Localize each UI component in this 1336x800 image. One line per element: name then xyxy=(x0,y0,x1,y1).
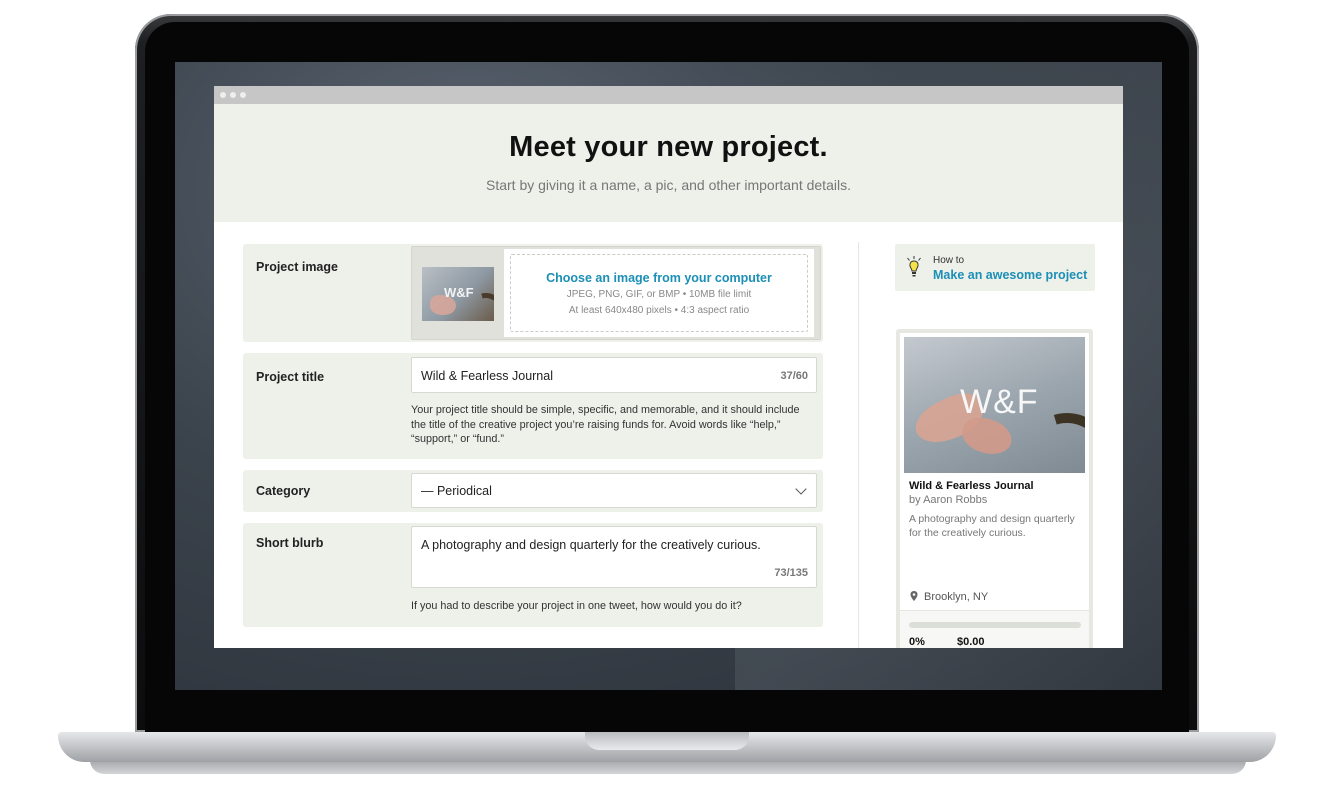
card-location: Brooklyn, NY xyxy=(924,591,989,603)
window-minimize-dot[interactable] xyxy=(230,92,236,98)
project-title-help: Your project title should be simple, spe… xyxy=(411,404,800,445)
page-subtitle: Start by giving it a name, a pic, and ot… xyxy=(486,177,851,193)
project-image-thumbnail[interactable]: W&F xyxy=(422,267,494,321)
blurb-char-counter: 73/135 xyxy=(774,567,808,579)
image-format-hint: JPEG, PNG, GIF, or BMP • 10MB file limit xyxy=(566,289,752,300)
drop-zone-border: Choose an image from your computer JPEG,… xyxy=(510,254,808,332)
image-drop-zone[interactable]: Choose an image from your computer JPEG,… xyxy=(504,249,814,337)
project-image-label: Project image xyxy=(256,260,338,274)
main-content: Project image W&F Choose an image from y… xyxy=(214,222,1123,648)
project-title-label: Project title xyxy=(256,370,325,384)
short-blurb-label: Short blurb xyxy=(256,536,324,550)
laptop-base-shadow xyxy=(90,760,1246,774)
howto-link[interactable]: Make an awesome project xyxy=(933,268,1087,282)
browser-window: Meet your new project. Start by giving i… xyxy=(214,86,1123,648)
short-blurb-value: A photography and design quarterly for t… xyxy=(421,538,761,552)
pledged-amount: $0.00 xyxy=(957,636,985,648)
howto-small-text: How to xyxy=(933,255,965,266)
choose-image-link[interactable]: Choose an image from your computer xyxy=(511,271,807,285)
short-blurb-help: If you had to describe your project in o… xyxy=(411,600,742,612)
category-value: — Periodical xyxy=(421,484,492,498)
short-blurb-row: Short blurb A photography and design qua… xyxy=(243,523,823,627)
howto-box[interactable]: How to Make an awesome project xyxy=(895,244,1095,291)
laptop-notch xyxy=(585,732,749,750)
window-zoom-dot[interactable] xyxy=(240,92,246,98)
funded-percent: 0% xyxy=(909,636,925,648)
title-char-counter: 37/60 xyxy=(780,370,808,382)
short-blurb-textarea[interactable]: A photography and design quarterly for t… xyxy=(411,526,817,588)
category-select[interactable]: — Periodical xyxy=(411,473,817,508)
image-size-hint: At least 640x480 pixels • 4:3 aspect rat… xyxy=(568,305,750,316)
card-author: by Aaron Robbs xyxy=(909,494,988,506)
hero-banner: Meet your new project. Start by giving i… xyxy=(214,104,1123,222)
card-image-text: W&F xyxy=(960,383,1039,421)
funding-progress-bar xyxy=(909,622,1081,628)
card-stats: 0% $0.00 xyxy=(900,611,1089,648)
project-title-row: Project title Wild & Fearless Journal 37… xyxy=(243,353,823,459)
project-title-value: Wild & Fearless Journal xyxy=(421,369,553,383)
category-row: Category — Periodical xyxy=(243,470,823,512)
card-image: W&F xyxy=(904,337,1085,473)
column-divider xyxy=(858,242,859,648)
browser-title-bar xyxy=(214,86,1123,104)
lightbulb-icon xyxy=(907,256,921,277)
card-title: Wild & Fearless Journal xyxy=(909,480,1034,492)
category-label: Category xyxy=(256,484,311,498)
project-title-input[interactable]: Wild & Fearless Journal 37/60 xyxy=(411,357,817,393)
project-image-row: Project image W&F Choose an image from y… xyxy=(243,244,823,342)
window-close-dot[interactable] xyxy=(220,92,226,98)
card-blurb: A photography and design quarterly for t… xyxy=(909,513,1075,539)
thumbnail-text: W&F xyxy=(444,285,474,300)
map-pin-icon xyxy=(910,591,918,601)
chevron-down-icon xyxy=(795,483,807,495)
image-upload-box: W&F Choose an image from your computer J… xyxy=(411,246,821,340)
project-preview-card[interactable]: W&F Wild & Fearless Journal by Aaron Rob… xyxy=(896,329,1093,648)
page-title: Meet your new project. xyxy=(509,131,828,163)
